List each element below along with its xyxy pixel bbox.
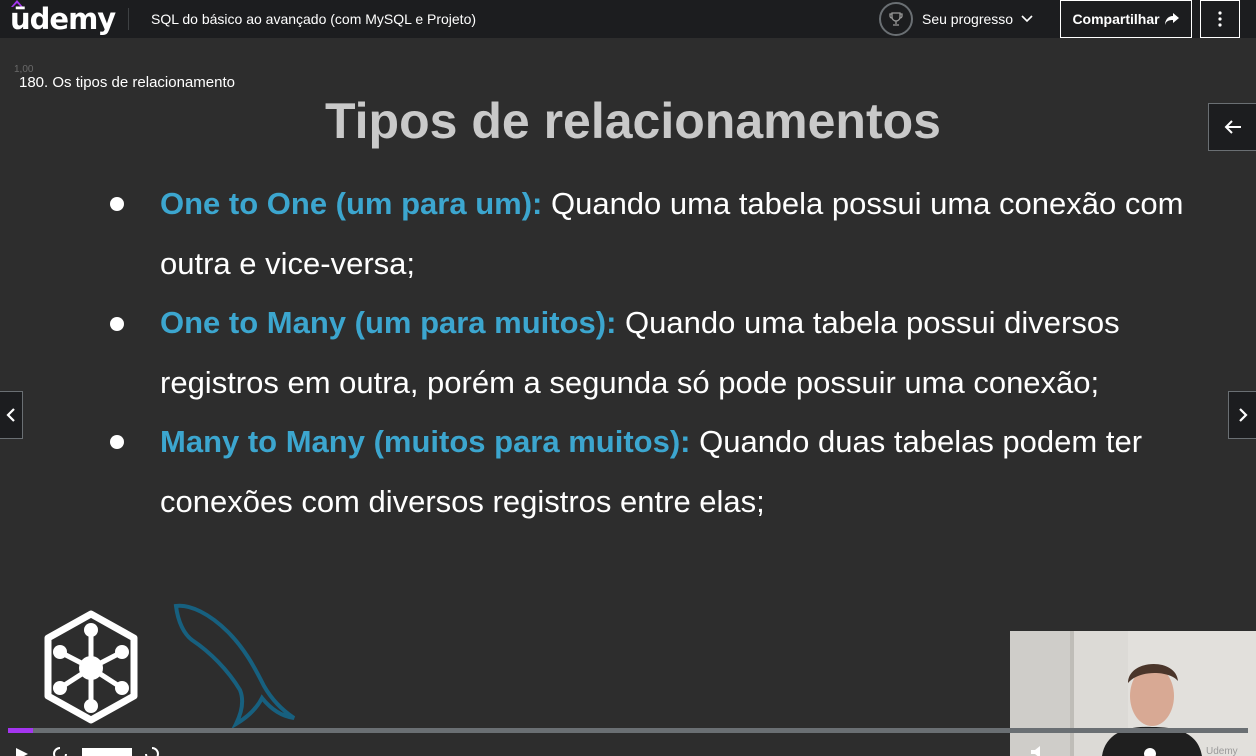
- course-title[interactable]: SQL do básico ao avançado (com MySQL e P…: [151, 11, 476, 27]
- description: Quando duas tabelas podem ter: [690, 424, 1143, 459]
- chevron-left-icon: [6, 408, 15, 422]
- speed-button[interactable]: [82, 748, 132, 756]
- lecture-title: 180. Os tipos de relacionamento: [19, 74, 235, 91]
- video-player[interactable]: 1,00 180. Os tipos de relacionamento Tip…: [0, 38, 1256, 756]
- trophy-icon: [879, 2, 913, 36]
- share-button[interactable]: Compartilhar: [1060, 0, 1192, 38]
- top-bar: ūdemy SQL do básico ao avançado (com MyS…: [0, 0, 1256, 38]
- bullet-dot: [110, 435, 124, 449]
- more-options-button[interactable]: [1200, 0, 1240, 38]
- description: Quando uma tabela possui uma conexão com: [542, 186, 1184, 221]
- term: One to Many (um para muitos):: [160, 305, 617, 340]
- udemy-logo[interactable]: ūdemy: [10, 2, 116, 36]
- list-item: Many to Many (muitos para muitos): Quand…: [160, 412, 1220, 532]
- slide-title: Tipos de relacionamentos: [325, 93, 941, 149]
- seek-progress: [8, 728, 33, 733]
- forward-icon[interactable]: [144, 746, 160, 756]
- cube-network-logo-icon: [44, 610, 138, 724]
- term: Many to Many (muitos para muitos):: [160, 424, 691, 459]
- bullet-dot: [110, 197, 124, 211]
- chevron-down-icon: [1021, 15, 1033, 23]
- list-item: One to One (um para um): Quando uma tabe…: [160, 174, 1220, 294]
- settings-icon[interactable]: [1142, 746, 1158, 756]
- play-icon[interactable]: [16, 748, 30, 756]
- header-divider: [128, 8, 129, 30]
- description-cont: registros em outra, porém a segunda só p…: [160, 365, 1100, 400]
- bullet-dot: [110, 317, 124, 331]
- list-item: One to Many (um para muitos): Quando uma…: [160, 293, 1220, 413]
- chevron-right-icon: [1238, 408, 1248, 422]
- term: One to One (um para um):: [160, 186, 543, 221]
- previous-lecture-button[interactable]: [0, 391, 23, 439]
- instructor-webcam: Udemy: [1010, 631, 1256, 756]
- description-cont: conexões com diversos registros entre el…: [160, 484, 765, 519]
- progress-label: Seu progresso: [922, 11, 1014, 27]
- share-arrow-icon: [1164, 13, 1179, 25]
- description-cont: outra e vice-versa;: [160, 246, 415, 281]
- rewind-icon[interactable]: [52, 746, 68, 756]
- description: Quando uma tabela possui diversos: [616, 305, 1120, 340]
- close-sidebar-button[interactable]: [1208, 103, 1256, 151]
- share-label: Compartilhar: [1072, 11, 1160, 27]
- webcam-frame: [1010, 631, 1256, 756]
- volume-icon[interactable]: [1030, 746, 1046, 756]
- mysql-dolphin-icon: [173, 603, 296, 730]
- next-lecture-button[interactable]: [1228, 391, 1256, 439]
- arrow-left-icon: [1224, 120, 1241, 134]
- progress-dropdown[interactable]: Seu progresso: [879, 2, 1033, 36]
- seek-bar[interactable]: [8, 728, 1248, 733]
- player-controls: [0, 740, 1256, 756]
- more-vertical-icon: [1218, 11, 1222, 27]
